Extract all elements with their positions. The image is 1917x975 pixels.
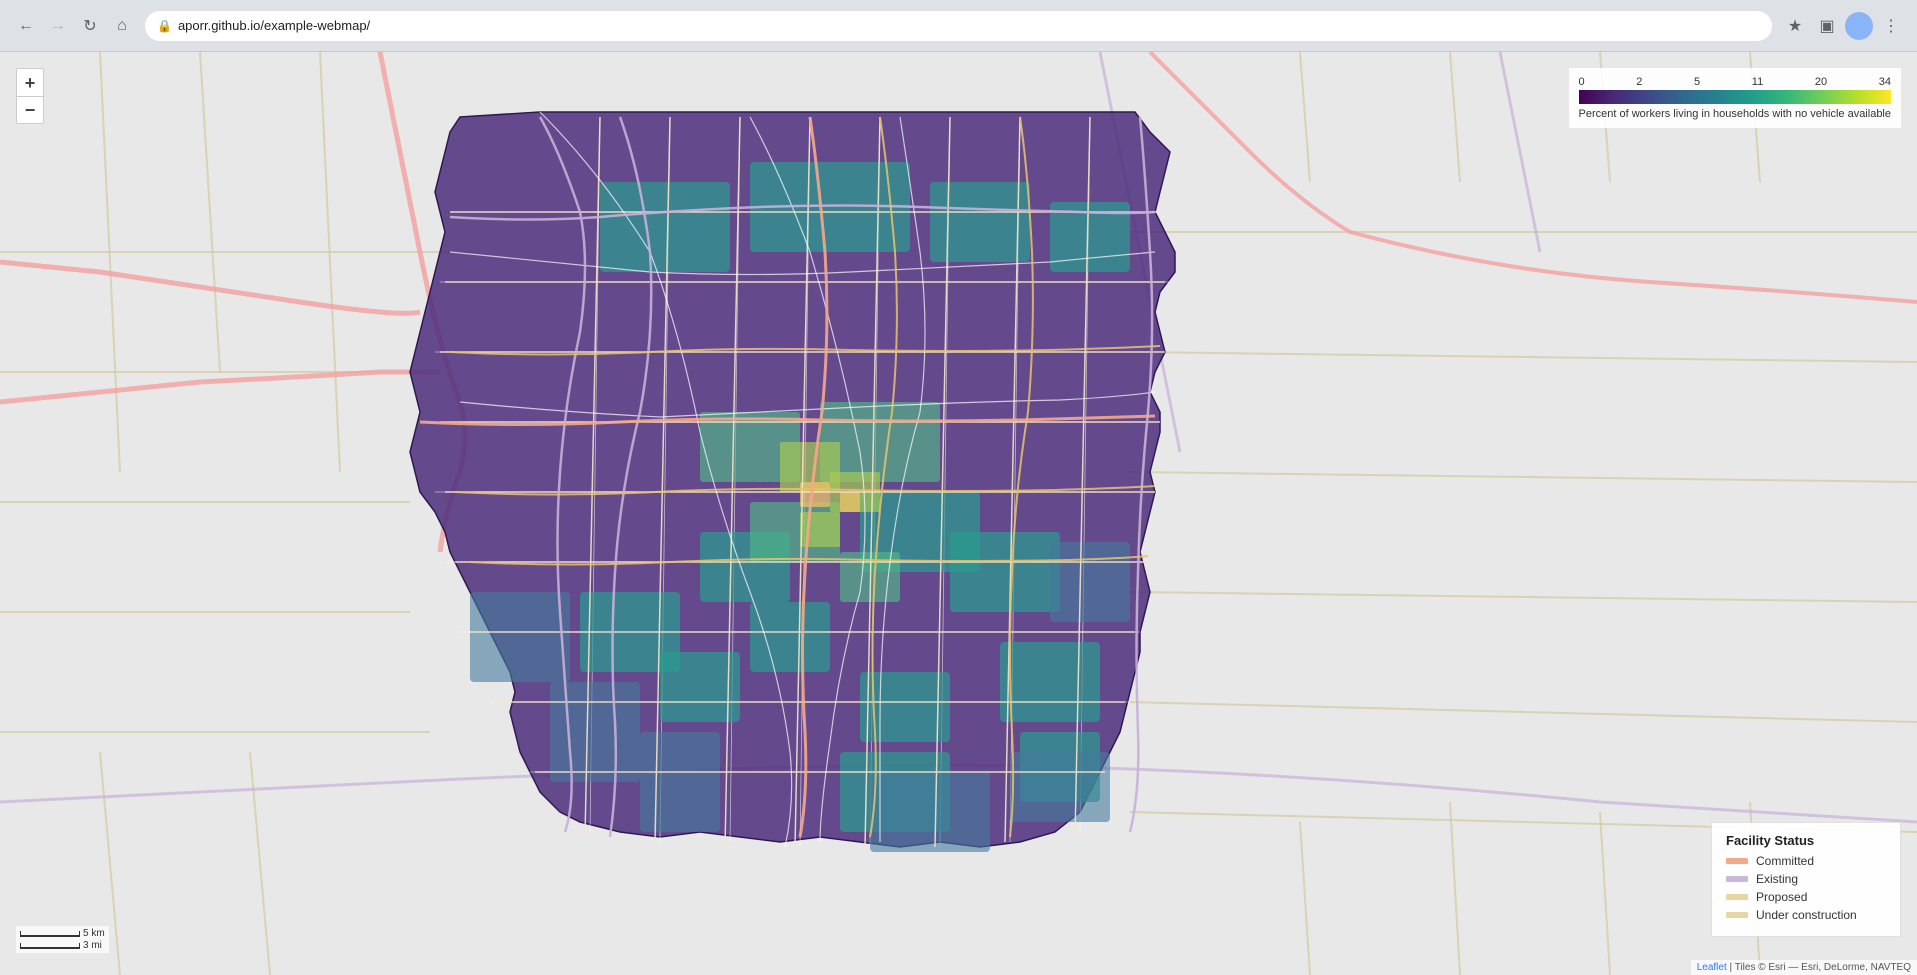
forward-button[interactable]: → bbox=[44, 12, 72, 40]
scale-ruler-mi bbox=[20, 943, 80, 949]
reload-button[interactable]: ↻ bbox=[76, 12, 104, 40]
map-svg bbox=[0, 52, 1917, 975]
scale-bar-lines: 5 km 3 mi bbox=[20, 928, 105, 951]
legend-item-existing: Existing bbox=[1726, 872, 1886, 886]
url-text: aporr.github.io/example-webmap/ bbox=[178, 18, 370, 33]
color-legend: 0 2 5 11 20 34 Percent of workers living… bbox=[1569, 68, 1901, 128]
committed-label: Committed bbox=[1756, 854, 1814, 868]
browser-chrome: ← → ↻ ⌂ 🔒 aporr.github.io/example-webmap… bbox=[0, 0, 1917, 52]
legend-item-committed: Committed bbox=[1726, 854, 1886, 868]
scale-mi-label: 3 mi bbox=[83, 940, 102, 951]
scale-km-label: 5 km bbox=[83, 928, 105, 939]
legend-item-proposed: Proposed bbox=[1726, 890, 1886, 904]
zoom-controls: + − bbox=[16, 68, 44, 124]
committed-swatch bbox=[1726, 858, 1748, 864]
scale-label-5: 5 bbox=[1694, 76, 1700, 88]
proposed-label: Proposed bbox=[1756, 890, 1807, 904]
scale-label-34: 34 bbox=[1879, 76, 1891, 88]
scale-bar-km: 5 km bbox=[20, 928, 105, 939]
proposed-swatch bbox=[1726, 894, 1748, 900]
address-bar[interactable]: 🔒 aporr.github.io/example-webmap/ bbox=[144, 10, 1773, 42]
attribution: Leaflet | Tiles © Esri — Esri, DeLorme, … bbox=[1691, 960, 1917, 975]
legend-item-under-construction: Under construction bbox=[1726, 908, 1886, 922]
under-construction-label: Under construction bbox=[1756, 908, 1857, 922]
scale-bar-mi: 3 mi bbox=[20, 940, 105, 951]
nav-buttons: ← → ↻ ⌂ bbox=[12, 12, 136, 40]
existing-swatch bbox=[1726, 876, 1748, 882]
extensions-button[interactable]: ▣ bbox=[1813, 12, 1841, 40]
back-button[interactable]: ← bbox=[12, 12, 40, 40]
avatar[interactable] bbox=[1845, 12, 1873, 40]
browser-actions: ★ ▣ ⋮ bbox=[1781, 12, 1905, 40]
scale-label-11: 11 bbox=[1752, 76, 1763, 88]
color-scale-bar bbox=[1579, 90, 1891, 104]
scale-ruler-km bbox=[20, 931, 80, 937]
scale-label-2: 2 bbox=[1636, 76, 1642, 88]
security-icon: 🔒 bbox=[157, 19, 172, 33]
scale-bar: 5 km 3 mi bbox=[16, 926, 109, 953]
facility-legend: Facility Status Committed Existing Propo… bbox=[1711, 822, 1901, 937]
leaflet-link[interactable]: Leaflet bbox=[1697, 962, 1727, 973]
under-construction-swatch bbox=[1726, 912, 1748, 918]
tiles-text: | Tiles © Esri — Esri, DeLorme, NAVTEQ bbox=[1730, 962, 1911, 973]
map-container[interactable]: + − 0 2 5 11 20 34 Percent of workers li… bbox=[0, 52, 1917, 975]
scale-label-20: 20 bbox=[1815, 76, 1827, 88]
scale-labels: 0 2 5 11 20 34 bbox=[1579, 76, 1891, 88]
menu-button[interactable]: ⋮ bbox=[1877, 12, 1905, 40]
facility-legend-title: Facility Status bbox=[1726, 833, 1886, 848]
scale-label-0: 0 bbox=[1579, 76, 1585, 88]
zoom-out-button[interactable]: − bbox=[16, 96, 44, 124]
scale-description: Percent of workers living in households … bbox=[1579, 108, 1891, 120]
bookmark-button[interactable]: ★ bbox=[1781, 12, 1809, 40]
home-button[interactable]: ⌂ bbox=[108, 12, 136, 40]
zoom-in-button[interactable]: + bbox=[16, 68, 44, 96]
existing-label: Existing bbox=[1756, 872, 1798, 886]
